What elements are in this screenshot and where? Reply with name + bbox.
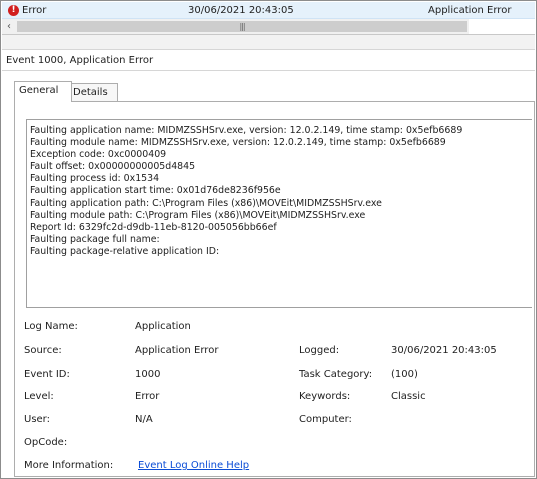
user-label: User: <box>24 414 50 425</box>
grip-icon: ||| <box>239 22 245 31</box>
log-name-label: Log Name: <box>24 321 78 332</box>
keywords-label: Keywords: <box>299 391 351 402</box>
description-line: Exception code: 0xc0000409 <box>30 149 167 161</box>
keywords-value: Classic <box>391 391 426 402</box>
splitter[interactable] <box>2 35 535 50</box>
event-description-box[interactable]: Faulting application name: MIDMZSSHSrv.e… <box>26 119 532 308</box>
description-line: Report Id: 6329fc2d-d9db-11eb-8120-00505… <box>30 221 277 233</box>
error-circle-icon: ! <box>8 5 19 16</box>
chevron-left-icon[interactable]: ‹ <box>2 19 16 34</box>
source-label: Source: <box>24 345 62 356</box>
source-value: Application Error <box>135 345 219 356</box>
event-title: Event 1000, Application Error <box>6 55 154 66</box>
event-list-row[interactable]: ! Error 30/06/2021 20:43:05 Application … <box>2 2 535 19</box>
event-level: Error <box>22 5 47 16</box>
description-line: Faulting application name: MIDMZSSHSrv.e… <box>30 125 463 136</box>
event-id-label: Event ID: <box>24 369 70 380</box>
scrollbar-track[interactable] <box>469 19 535 34</box>
tab-general[interactable]: General <box>14 81 72 102</box>
description-line: Fault offset: 0x00000000005d4845 <box>30 161 196 173</box>
log-name-value: Application <box>135 321 191 332</box>
horizontal-scrollbar[interactable]: ‹ ||| <box>2 19 535 35</box>
description-line: Faulting module name: MIDMZSSHSrv.exe, v… <box>30 137 446 149</box>
user-value: N/A <box>135 414 153 425</box>
description-line: Faulting package full name: <box>30 233 160 245</box>
computer-label: Computer: <box>299 414 352 425</box>
tab-details[interactable]: Details <box>68 83 118 102</box>
description-line: Faulting application path: C:\Program Fi… <box>30 197 382 209</box>
description-line: Faulting package-relative application ID… <box>30 245 220 257</box>
level-value: Error <box>135 391 160 402</box>
event-log-online-help-link[interactable]: Event Log Online Help <box>138 460 249 471</box>
event-viewer-pane: ! Error 30/06/2021 20:43:05 Application … <box>0 0 537 479</box>
more-info-label: More Information: <box>24 460 114 471</box>
event-header-bar: Event 1000, Application Error <box>2 50 535 71</box>
description-text: Faulting application name: MIDMZSSHSrv.e… <box>30 125 462 258</box>
task-category-label: Task Category: <box>299 369 373 380</box>
description-line: Faulting process id: 0x1534 <box>30 173 160 185</box>
level-label: Level: <box>24 391 54 402</box>
opcode-label: OpCode: <box>24 437 68 448</box>
description-line: Faulting application start time: 0x01d76… <box>30 185 281 197</box>
task-category-value: (100) <box>391 369 418 380</box>
description-line: Faulting module path: C:\Program Files (… <box>30 209 366 221</box>
event-source: Application Error <box>428 5 512 16</box>
logged-value: 30/06/2021 20:43:05 <box>391 345 497 356</box>
event-id-value: 1000 <box>135 369 161 380</box>
logged-label: Logged: <box>299 345 340 356</box>
event-date-time: 30/06/2021 20:43:05 <box>188 5 294 16</box>
scrollbar-thumb[interactable]: ||| <box>17 21 467 32</box>
